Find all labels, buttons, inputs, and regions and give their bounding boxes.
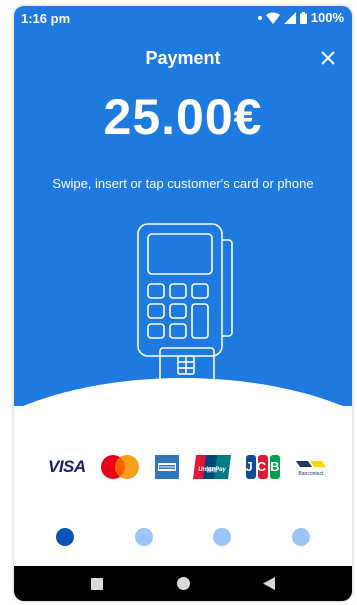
- page-dot-2[interactable]: [134, 528, 153, 546]
- visa-logo-text: VISA: [48, 457, 86, 476]
- accepted-cards: VISA UnionPay 银联 JCB Bancontact: [48, 450, 328, 484]
- payment-amount: 25.00€: [103, 89, 263, 145]
- page-title: Payment: [145, 48, 221, 68]
- recents-button[interactable]: [77, 566, 117, 601]
- circle-home-icon: [176, 577, 190, 590]
- close-icon: [321, 51, 335, 65]
- visa-logo: VISA: [48, 457, 86, 477]
- signal-icon: [283, 11, 296, 24]
- wifi-icon: [265, 12, 280, 24]
- jcb-logo: JCB: [245, 455, 280, 479]
- unionpay-logo-subtext: 银联: [206, 468, 219, 474]
- home-button[interactable]: [163, 566, 203, 601]
- status-icons: 100%: [257, 10, 344, 25]
- close-button[interactable]: [318, 48, 338, 68]
- jcb-logo-text: JCB: [245, 459, 284, 474]
- battery-icon: [299, 11, 307, 24]
- status-bar: 1:16 pm 100%: [14, 6, 352, 30]
- bancontact-logo: Bancontact: [294, 457, 328, 477]
- triangle-back-icon: [263, 577, 275, 590]
- bancontact-logo-text: Bancontact: [298, 471, 324, 477]
- square-recents-icon: [91, 577, 103, 590]
- card-terminal-icon: [137, 223, 233, 391]
- page-dot-1[interactable]: [56, 528, 74, 546]
- amex-logo: [154, 455, 179, 479]
- status-time: 1:16 pm: [21, 11, 71, 26]
- battery-percent: 100%: [310, 10, 344, 25]
- unionpay-logo: UnionPay 银联: [193, 455, 232, 479]
- payment-instruction: Swipe, insert or tap customer's card or …: [52, 176, 314, 191]
- phone-screen: 1:16 pm 100% Payment 25.00€ Swipe, inser…: [14, 6, 352, 601]
- page-indicator: [56, 528, 310, 546]
- dot-indicator-icon: [257, 15, 262, 20]
- system-nav-bar: [14, 566, 352, 601]
- mastercard-logo: [100, 453, 140, 481]
- page-dot-4[interactable]: [291, 528, 310, 546]
- page-dot-3[interactable]: [213, 528, 232, 546]
- back-button[interactable]: [249, 566, 289, 601]
- payment-hero: 1:16 pm 100% Payment 25.00€ Swipe, inser…: [14, 6, 352, 406]
